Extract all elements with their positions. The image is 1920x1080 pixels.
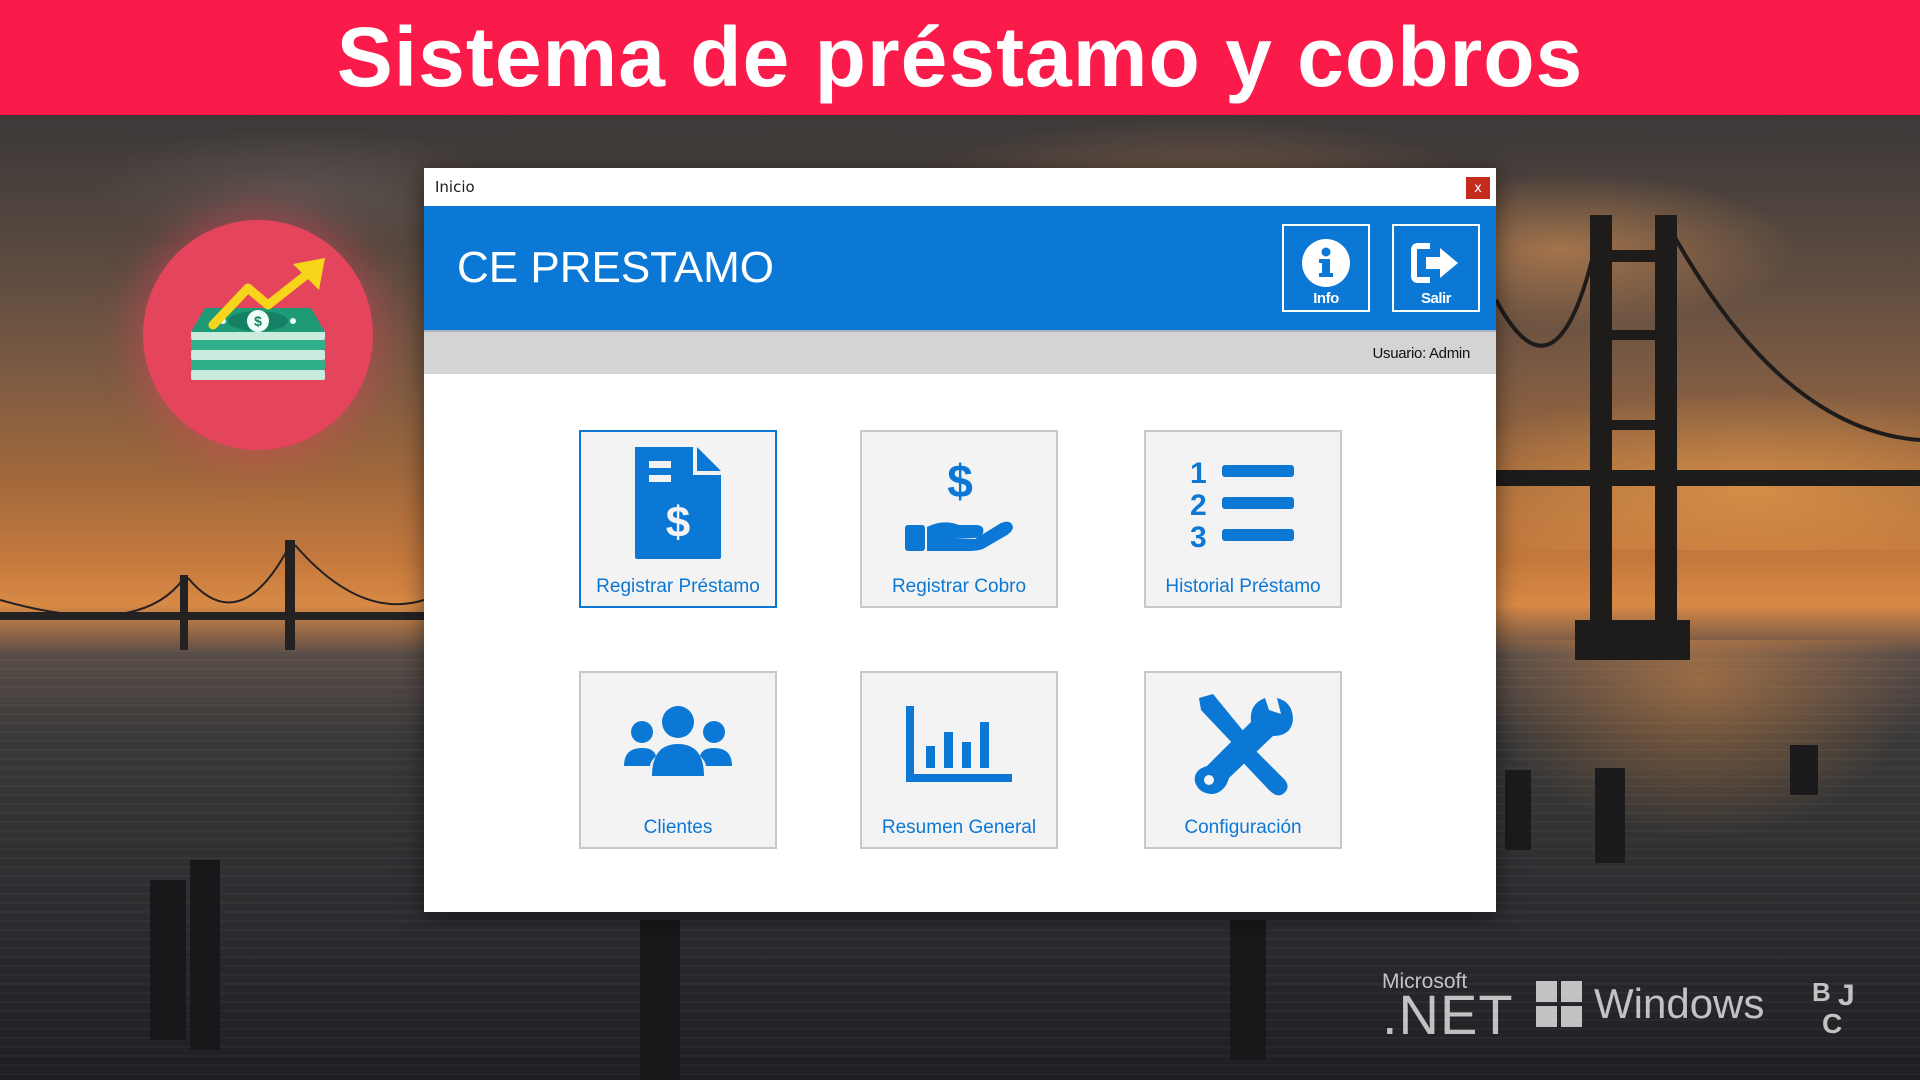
info-button-label: Info (1313, 290, 1339, 307)
tile-historial-prestamo[interactable]: 1 2 3 Historial Préstamo (1144, 430, 1342, 608)
window-titlebar[interactable]: Inicio x (424, 168, 1496, 206)
tile-label: Historial Préstamo (1165, 576, 1321, 597)
tile-clientes[interactable]: Clientes (579, 671, 777, 849)
windows-logo: Windows (1536, 980, 1764, 1028)
money-stack-icon: $ (191, 258, 325, 380)
exit-button-label: Salir (1420, 290, 1452, 307)
loan-document-icon: $ (635, 447, 721, 559)
tile-registrar-prestamo[interactable]: $ Registrar Préstamo (579, 430, 777, 608)
svg-text:$: $ (666, 498, 690, 547)
hand-dollar-icon: $ (905, 455, 1013, 551)
tile-label: Configuración (1184, 817, 1302, 838)
app-title: CE PRESTAMO (457, 243, 775, 292)
tile-label: Resumen General (881, 817, 1037, 838)
users-icon (624, 706, 732, 776)
tools-icon (1194, 694, 1293, 796)
svg-text:1: 1 (1190, 457, 1207, 490)
svg-text:2: 2 (1190, 489, 1207, 522)
info-icon (1302, 239, 1350, 287)
banner-title: Sistema de préstamo y cobros (336, 10, 1584, 104)
info-button[interactable]: Info (1282, 224, 1370, 312)
exit-button[interactable]: Salir (1392, 224, 1480, 312)
dotnet-logo: Microsoft .NET (1382, 970, 1514, 1046)
bar-chart-icon (906, 706, 1012, 782)
current-user-label: Usuario: Admin (1372, 344, 1470, 362)
money-growth-logo: $ (143, 220, 373, 450)
status-bar: Usuario: Admin (424, 330, 1496, 374)
svg-text:$: $ (254, 313, 262, 329)
tile-registrar-cobro[interactable]: $ Registrar Cobro (860, 430, 1058, 608)
tile-label: Registrar Cobro (891, 576, 1027, 597)
net-text: .NET (1382, 983, 1514, 1046)
bjc-logo-mark: B J C (1812, 977, 1855, 1039)
close-button[interactable]: x (1466, 177, 1490, 199)
bjc-logo: B J C (1810, 975, 1870, 1044)
menu-tiles: $ Registrar Préstamo $ Registrar Cobro 1 (424, 374, 1496, 912)
tile-label: Clientes (643, 817, 713, 838)
banner: Sistema de préstamo y cobros (0, 0, 1920, 115)
window-title: Inicio (435, 178, 475, 196)
tile-label: Registrar Préstamo (596, 576, 760, 597)
app-window: Inicio x CE PRESTAMO Info Salir Usuario:… (424, 168, 1496, 912)
windows-text: Windows (1594, 980, 1765, 1027)
svg-text:3: 3 (1190, 521, 1207, 551)
numbered-list-icon: 1 2 3 (1190, 457, 1294, 551)
sign-out-icon (1411, 243, 1458, 283)
tile-resumen-general[interactable]: Resumen General (860, 671, 1058, 849)
svg-text:C: C (1822, 1008, 1842, 1039)
tile-configuracion[interactable]: Configuración (1144, 671, 1342, 849)
app-header: CE PRESTAMO Info Salir (424, 206, 1496, 330)
windows-icon (1536, 981, 1582, 1027)
svg-text:$: $ (947, 455, 973, 507)
svg-text:B: B (1812, 977, 1831, 1007)
